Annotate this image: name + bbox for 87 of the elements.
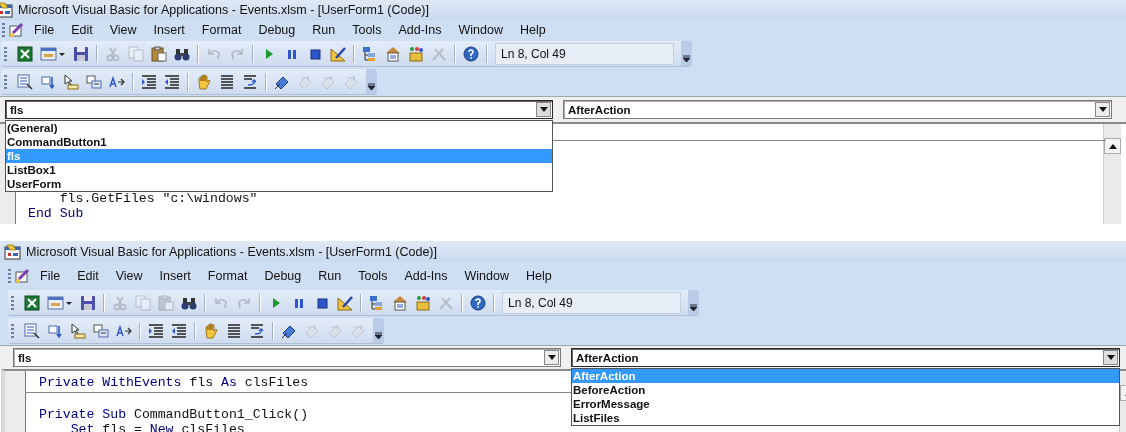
cursor-position-field: Ln 8, Col 49 — [495, 42, 674, 65]
hand-icon[interactable] — [203, 322, 219, 339]
menu-item[interactable]: Debug — [248, 23, 303, 37]
menu-item[interactable]: Window — [448, 23, 510, 37]
dropdown-option[interactable]: CommandButton1 — [6, 135, 552, 149]
menu-item[interactable]: View — [105, 268, 150, 283]
menu-item[interactable]: Add-Ins — [388, 23, 449, 37]
list-icon[interactable] — [24, 322, 40, 339]
list-icon[interactable] — [17, 73, 33, 90]
ruler-pencil-icon[interactable] — [330, 45, 346, 62]
menu-item[interactable]: File — [24, 23, 62, 37]
comment-icon[interactable] — [219, 73, 235, 90]
document-pencil-icon[interactable] — [8, 22, 24, 38]
arrow-list-icon[interactable] — [47, 322, 63, 339]
dropdown-field[interactable]: AfterAction — [571, 348, 1120, 367]
dropdown-option[interactable]: ListBox1 — [6, 163, 552, 177]
save-icon[interactable] — [80, 294, 96, 311]
cursor-icon[interactable] — [70, 322, 86, 339]
menu-item[interactable]: Help — [509, 23, 553, 37]
outdent-icon[interactable] — [164, 73, 180, 90]
dropdown-option[interactable]: UserForm — [6, 177, 552, 191]
dropdown-field[interactable]: fls — [5, 100, 553, 119]
menu-item[interactable]: File — [30, 268, 68, 283]
scroll-up-icon[interactable] — [1104, 138, 1121, 154]
dropdown-field[interactable]: fls — [13, 348, 561, 367]
menu-item[interactable]: Tools — [348, 268, 395, 283]
menu-item[interactable]: Insert — [143, 23, 192, 37]
spreadsheet-icon[interactable] — [24, 294, 40, 311]
menu-item[interactable]: Add-Ins — [394, 268, 455, 283]
properties-icon[interactable] — [385, 45, 401, 62]
scrollbar[interactable] — [1103, 124, 1121, 224]
dropdown-option[interactable]: ListFiles — [572, 411, 1119, 425]
code-line: Private Sub CommandButton1_Click() — [39, 406, 309, 422]
window-title: Microsoft Visual Basic for Applications - Events.xlsm - [UserForm1 (Code)] — [26, 244, 437, 259]
toolbar-options-icon[interactable] — [366, 69, 377, 94]
box-icon[interactable] — [408, 45, 424, 62]
dropdown-option[interactable]: ErrorMessage — [572, 397, 1119, 411]
toolbar-options-icon[interactable] — [373, 318, 384, 343]
document-pencil-icon[interactable] — [14, 267, 30, 284]
info-icon[interactable] — [86, 73, 102, 90]
menu-item[interactable]: View — [99, 23, 144, 37]
toolbar-options-icon[interactable] — [688, 290, 699, 315]
uncomment-icon[interactable] — [242, 73, 258, 90]
cursor-position-field: Ln 8, Col 49 — [502, 291, 681, 314]
help-icon[interactable] — [470, 294, 486, 311]
menu-item[interactable]: Format — [197, 268, 255, 283]
tree-icon[interactable] — [369, 294, 385, 311]
info-icon[interactable] — [93, 322, 109, 339]
properties-icon[interactable] — [392, 294, 408, 311]
scrollbar[interactable] — [1119, 371, 1126, 432]
ruler-pencil-icon[interactable] — [337, 294, 353, 311]
cursor-icon[interactable] — [63, 73, 79, 90]
menu-item[interactable]: Debug — [254, 268, 309, 283]
window-title: Microsoft Visual Basic for Applications - Events.xlsm - [UserForm1 (Code)] — [18, 3, 429, 17]
window-icon[interactable] — [40, 45, 66, 62]
menu-item[interactable]: Window — [454, 268, 516, 283]
indent-icon[interactable] — [148, 322, 164, 339]
save-icon[interactable] — [73, 45, 89, 62]
outdent-icon[interactable] — [171, 322, 187, 339]
app-icon — [4, 243, 22, 260]
dropdown-option[interactable]: BeforeAction — [572, 383, 1119, 397]
toolbar-options-icon[interactable] — [681, 41, 692, 66]
arrow-list-icon[interactable] — [40, 73, 56, 90]
code-line: fls.GetFiles "c:\windows" — [58, 191, 258, 206]
menu-item[interactable]: Help — [515, 268, 559, 283]
code-line: End Sub — [28, 206, 84, 221]
menu-item[interactable]: Run — [302, 23, 343, 37]
box-icon[interactable] — [415, 294, 431, 311]
spreadsheet-icon[interactable] — [17, 45, 33, 62]
comment-icon[interactable] — [226, 322, 242, 339]
menu-item[interactable]: Tools — [342, 23, 389, 37]
indent-icon[interactable] — [141, 73, 157, 90]
window-icon[interactable] — [47, 294, 73, 311]
menu-item[interactable]: Run — [308, 268, 349, 283]
help-icon[interactable] — [463, 45, 479, 62]
hand-icon[interactable] — [196, 73, 212, 90]
app-icon — [0, 2, 14, 18]
code-line: Private WithEvents fls As clsFiles — [39, 375, 309, 392]
menu-item[interactable]: Edit — [61, 23, 100, 37]
tree-icon[interactable] — [362, 45, 378, 62]
paste-icon[interactable] — [151, 45, 167, 62]
uncomment-icon[interactable] — [249, 322, 265, 339]
menu-item[interactable]: Edit — [67, 268, 106, 283]
menu-item[interactable]: Insert — [149, 268, 198, 283]
dropdown-field[interactable]: AfterAction — [563, 100, 1112, 119]
dropdown-option[interactable]: (General) — [6, 121, 552, 135]
menu-item[interactable]: Format — [191, 23, 249, 37]
